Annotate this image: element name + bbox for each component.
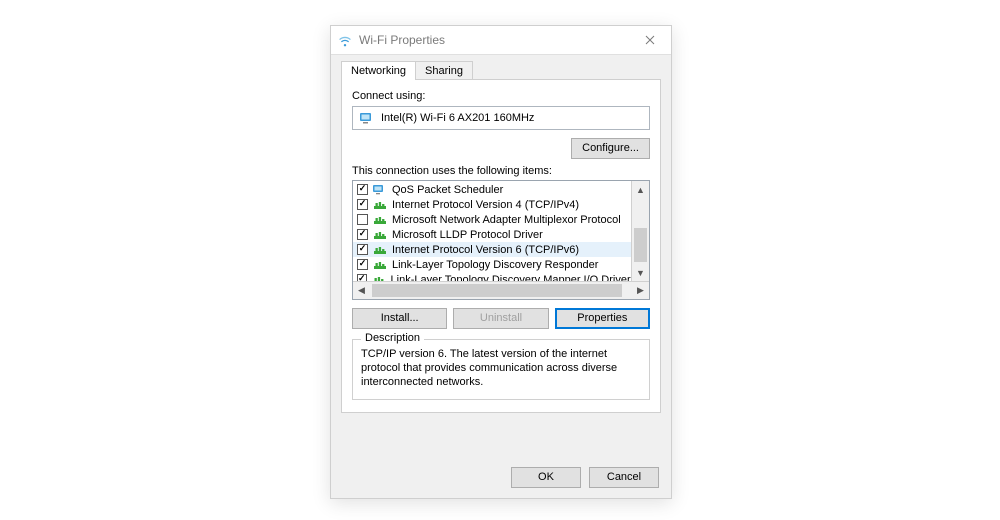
- network-component-icon: [373, 214, 387, 226]
- close-icon[interactable]: [635, 29, 665, 51]
- adapter-icon: [359, 111, 375, 125]
- checkbox[interactable]: [357, 244, 368, 255]
- vertical-scrollbar[interactable]: ▲ ▼: [631, 181, 649, 281]
- dialog-footer: OK Cancel: [511, 467, 659, 488]
- list-item-label: Internet Protocol Version 6 (TCP/IPv6): [392, 244, 579, 256]
- list-item-label: Microsoft Network Adapter Multiplexor Pr…: [392, 214, 621, 226]
- wifi-properties-dialog: Wi-Fi Properties Networking Sharing Conn…: [330, 25, 672, 499]
- network-component-icon: [373, 229, 387, 241]
- list-item[interactable]: QoS Packet Scheduler: [353, 182, 631, 197]
- scroll-up-icon[interactable]: ▲: [632, 181, 649, 198]
- scroll-left-icon[interactable]: ◀: [353, 282, 370, 299]
- network-component-icon: [373, 259, 387, 271]
- list-item-label: Microsoft LLDP Protocol Driver: [392, 229, 543, 241]
- checkbox[interactable]: [357, 184, 368, 195]
- scroll-thumb[interactable]: [634, 228, 647, 262]
- scroll-right-icon[interactable]: ▶: [632, 282, 649, 299]
- items-label: This connection uses the following items…: [352, 165, 650, 177]
- configure-button[interactable]: Configure...: [571, 138, 650, 159]
- adapter-field: Intel(R) Wi-Fi 6 AX201 160MHz: [352, 106, 650, 130]
- checkbox[interactable]: [357, 214, 368, 225]
- tabstrip: Networking Sharing: [341, 61, 661, 80]
- description-legend: Description: [361, 332, 424, 344]
- items-listbox[interactable]: QoS Packet Scheduler Internet Protocol Ve…: [352, 180, 650, 300]
- list-item[interactable]: Link-Layer Topology Discovery Responder: [353, 257, 631, 272]
- scroll-track[interactable]: [632, 198, 649, 264]
- list-item-label: Internet Protocol Version 4 (TCP/IPv4): [392, 199, 579, 211]
- checkbox[interactable]: [357, 259, 368, 270]
- window-title: Wi-Fi Properties: [359, 33, 445, 47]
- hscroll-track[interactable]: [370, 282, 632, 299]
- hscroll-thumb[interactable]: [372, 284, 622, 297]
- cancel-button[interactable]: Cancel: [589, 467, 659, 488]
- monitor-icon: [373, 184, 387, 196]
- tab-networking[interactable]: Networking: [341, 61, 416, 80]
- list-item-label: QoS Packet Scheduler: [392, 184, 503, 196]
- checkbox[interactable]: [357, 274, 367, 281]
- properties-button[interactable]: Properties: [555, 308, 650, 329]
- network-component-icon: [373, 199, 387, 211]
- list-item[interactable]: Microsoft LLDP Protocol Driver: [353, 227, 631, 242]
- checkbox[interactable]: [357, 199, 368, 210]
- list-item[interactable]: Microsoft Network Adapter Multiplexor Pr…: [353, 212, 631, 227]
- description-text: TCP/IP version 6. The latest version of …: [361, 348, 641, 389]
- network-component-icon: [372, 274, 386, 282]
- checkbox[interactable]: [357, 229, 368, 240]
- titlebar[interactable]: Wi-Fi Properties: [331, 26, 671, 55]
- install-button[interactable]: Install...: [352, 308, 447, 329]
- list-item[interactable]: Link-Layer Topology Discovery Mapper I/O…: [353, 272, 631, 281]
- list-item[interactable]: Internet Protocol Version 4 (TCP/IPv4): [353, 197, 631, 212]
- uninstall-button: Uninstall: [453, 308, 548, 329]
- list-item-label: Link-Layer Topology Discovery Mapper I/O…: [391, 274, 631, 282]
- tabpanel-networking: Connect using: Intel(R) Wi-Fi 6 AX201 16…: [341, 79, 661, 413]
- ok-button[interactable]: OK: [511, 467, 581, 488]
- connect-using-label: Connect using:: [352, 90, 650, 102]
- wifi-icon: [337, 32, 353, 48]
- description-groupbox: Description TCP/IP version 6. The latest…: [352, 339, 650, 400]
- tab-sharing[interactable]: Sharing: [415, 61, 473, 80]
- adapter-name: Intel(R) Wi-Fi 6 AX201 160MHz: [381, 112, 534, 124]
- horizontal-scrollbar[interactable]: ◀ ▶: [353, 281, 649, 299]
- list-item-label: Link-Layer Topology Discovery Responder: [392, 259, 598, 271]
- scroll-down-icon[interactable]: ▼: [632, 264, 649, 281]
- list-item[interactable]: Internet Protocol Version 6 (TCP/IPv6): [353, 242, 631, 257]
- network-component-icon: [373, 244, 387, 256]
